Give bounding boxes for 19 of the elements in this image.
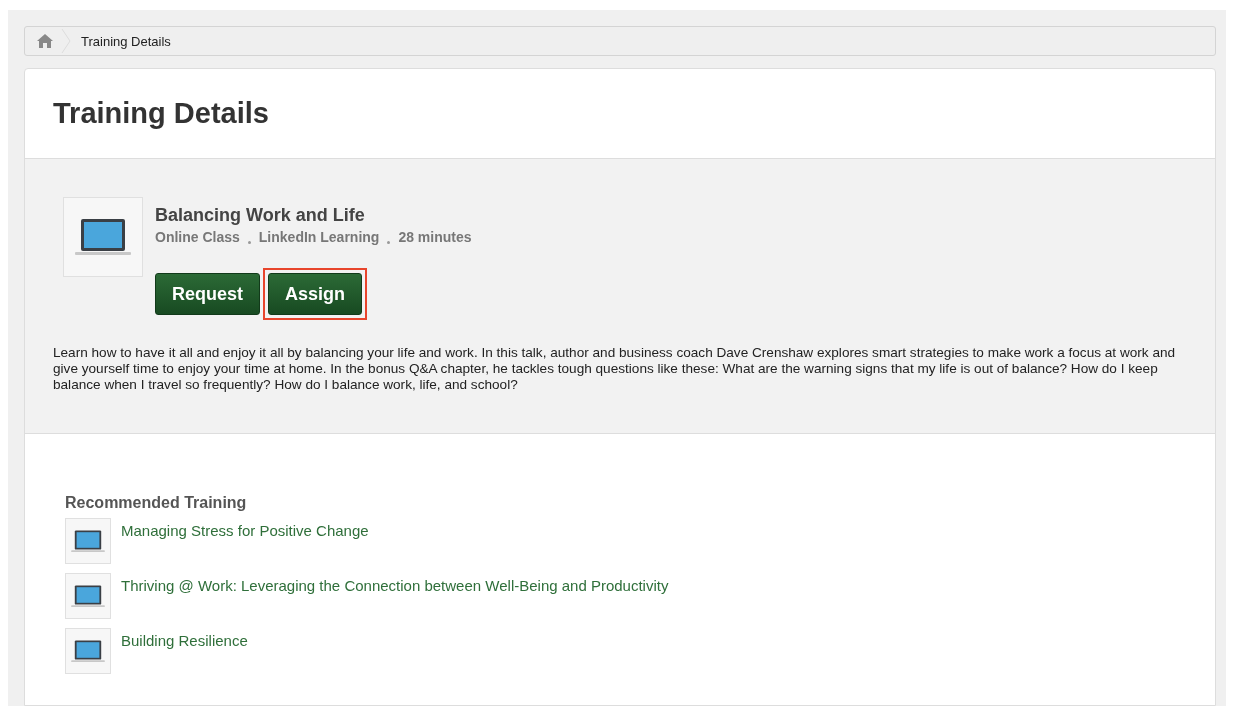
laptop-icon — [70, 582, 106, 610]
course-link[interactable]: Managing Stress for Positive Change — [121, 522, 369, 564]
course-meta: Online Class — [155, 229, 240, 245]
course-link[interactable]: Building Resilience — [121, 632, 248, 674]
course-meta: LinkedIn Learning — [258, 229, 380, 245]
course-description: Learn how to have it all and enjoy it all by balancing your life and work. In this talk, author and business coach Dave Crenshaw explores smart strategies to make work a focus at work and give yourself time to enjoy your time at home. In the bonus Q&A chapter, he tackles tough questions like these: What are the warning signs that my life is out of balance? How do I keep balance when I travel so frequently? How do I balance work, life, and school? — [53, 345, 1177, 393]
separator-dot — [247, 240, 251, 244]
action-button[interactable]: Assign — [268, 273, 363, 315]
page-title: Training Details — [53, 97, 269, 130]
course-link[interactable]: Thriving @ Work: Leveraging the Connection between Well-Being and Productivity — [121, 577, 669, 619]
laptop-icon — [70, 527, 106, 555]
breadcrumb-item[interactable]: Training Details — [81, 33, 171, 49]
laptop-icon — [70, 637, 106, 665]
course-meta: 28 minutes — [398, 229, 472, 245]
course-title: Balancing Work and Life — [155, 205, 366, 226]
home-icon[interactable] — [37, 34, 53, 48]
action-button[interactable]: Request — [155, 273, 260, 315]
separator-dot — [387, 240, 391, 244]
section-heading: Recommended Training — [65, 494, 248, 512]
